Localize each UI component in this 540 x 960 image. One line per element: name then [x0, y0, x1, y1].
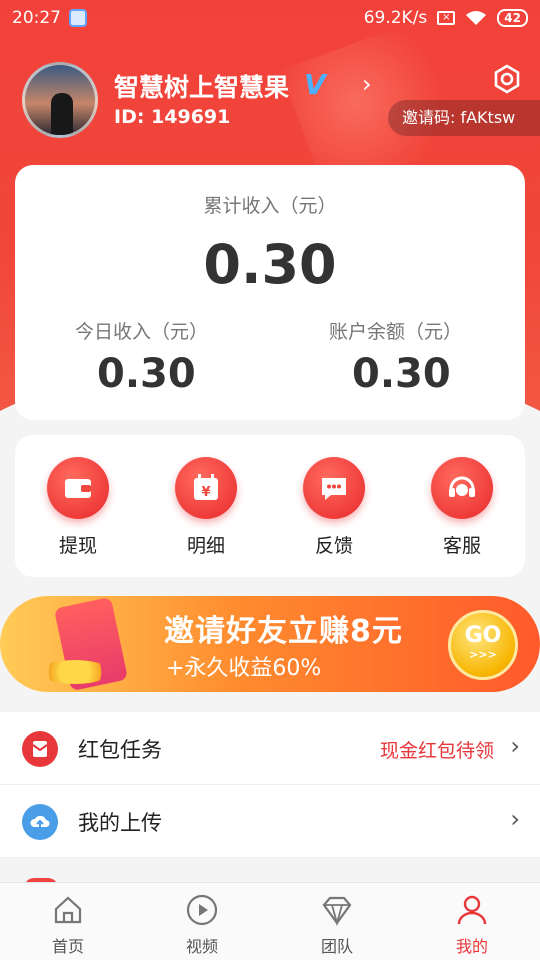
battery-icon: 42: [497, 9, 528, 27]
network-speed: 69.2K/s: [363, 8, 428, 28]
tab-home[interactable]: 首页: [28, 893, 108, 957]
nickname[interactable]: 智慧树上智慧果: [114, 68, 289, 104]
headset-icon: [431, 457, 493, 519]
list-item-label: 我的上传: [78, 811, 162, 835]
income-card: 累计收入（元） 0.30 今日收入（元） 0.30 账户余额（元） 0.30: [15, 165, 525, 420]
customer-service-label: 客服: [442, 535, 481, 557]
user-icon: [457, 895, 487, 925]
home-icon: [54, 896, 82, 924]
tab-label: 我的: [455, 937, 488, 956]
avatar-silhouette: [51, 93, 73, 135]
invite-code-badge[interactable]: 邀请码: fAKtsw: [388, 100, 540, 136]
notification-app-icon: [69, 9, 87, 27]
go-label: GO: [464, 623, 502, 648]
details-label: 明细: [186, 535, 225, 557]
tab-label: 首页: [51, 937, 84, 956]
cloud-upload-icon: [22, 804, 58, 840]
go-button[interactable]: GO >>>: [448, 610, 518, 680]
tab-label: 视频: [185, 937, 218, 956]
coins-illustration: [40, 660, 110, 684]
list-item-label: 红包任务: [78, 738, 162, 762]
customer-service-button[interactable]: 客服: [412, 457, 512, 558]
quick-actions: 提现 ¥ 明细 反馈 客服: [15, 435, 525, 577]
total-income-label: 累计收入（元）: [203, 195, 337, 217]
tab-video[interactable]: 视频: [162, 893, 242, 957]
withdraw-label: 提现: [58, 535, 97, 557]
wifi-icon: [466, 11, 487, 25]
tab-team[interactable]: 团队: [297, 893, 377, 957]
sim-off-icon: ×: [437, 11, 456, 25]
list-item-my-uploads[interactable]: 我的上传 ›: [0, 785, 540, 858]
profile-chevron-right-icon[interactable]: ›: [362, 70, 372, 98]
svg-text:¥: ¥: [201, 485, 210, 500]
account-balance-label: 账户余额（元）: [329, 321, 463, 343]
banner-title: 邀请好友立赚8元: [164, 614, 403, 649]
today-income-label: 今日收入（元）: [75, 321, 209, 343]
details-button[interactable]: ¥ 明细: [156, 457, 256, 558]
play-icon: [186, 894, 218, 926]
list-item-red-envelope-task[interactable]: 红包任务 现金红包待领 ›: [0, 712, 540, 785]
feedback-button[interactable]: 反馈: [284, 457, 384, 558]
user-id: ID: 149691: [114, 106, 231, 128]
account-balance-value: 0.30: [352, 351, 451, 397]
status-time: 20:27: [12, 8, 61, 28]
banner-subtitle: +永久收益60%: [166, 656, 322, 681]
go-arrows: >>>: [469, 648, 497, 661]
avatar[interactable]: [22, 62, 98, 138]
tab-label: 团队: [320, 937, 353, 956]
feedback-label: 反馈: [314, 535, 353, 557]
status-bar: 20:27 69.2K/s × 42: [0, 0, 540, 36]
invite-friends-banner[interactable]: 邀请好友立赚8元 +永久收益60% GO >>>: [0, 596, 540, 692]
diamond-icon: [322, 896, 352, 927]
menu-list: 红包任务 现金红包待领 › 我的上传 ›: [0, 712, 540, 858]
verified-badge-icon: V: [304, 68, 326, 101]
total-income-value: 0.30: [203, 233, 337, 296]
chevron-right-icon: ›: [510, 805, 520, 833]
withdraw-button[interactable]: 提现: [28, 457, 128, 558]
bottom-tab-bar: 首页 视频 团队 我的: [0, 882, 540, 960]
calendar-yen-icon: ¥: [175, 457, 237, 519]
chat-bubble-icon: [303, 457, 365, 519]
red-envelope-icon: [22, 731, 58, 767]
today-income-value: 0.30: [97, 351, 196, 397]
cash-red-envelope-hint: 现金红包待领: [379, 740, 494, 762]
chevron-right-icon: ›: [510, 732, 520, 760]
settings-gear-icon[interactable]: [492, 64, 522, 94]
tab-mine[interactable]: 我的: [432, 893, 512, 957]
wallet-icon: [47, 457, 109, 519]
